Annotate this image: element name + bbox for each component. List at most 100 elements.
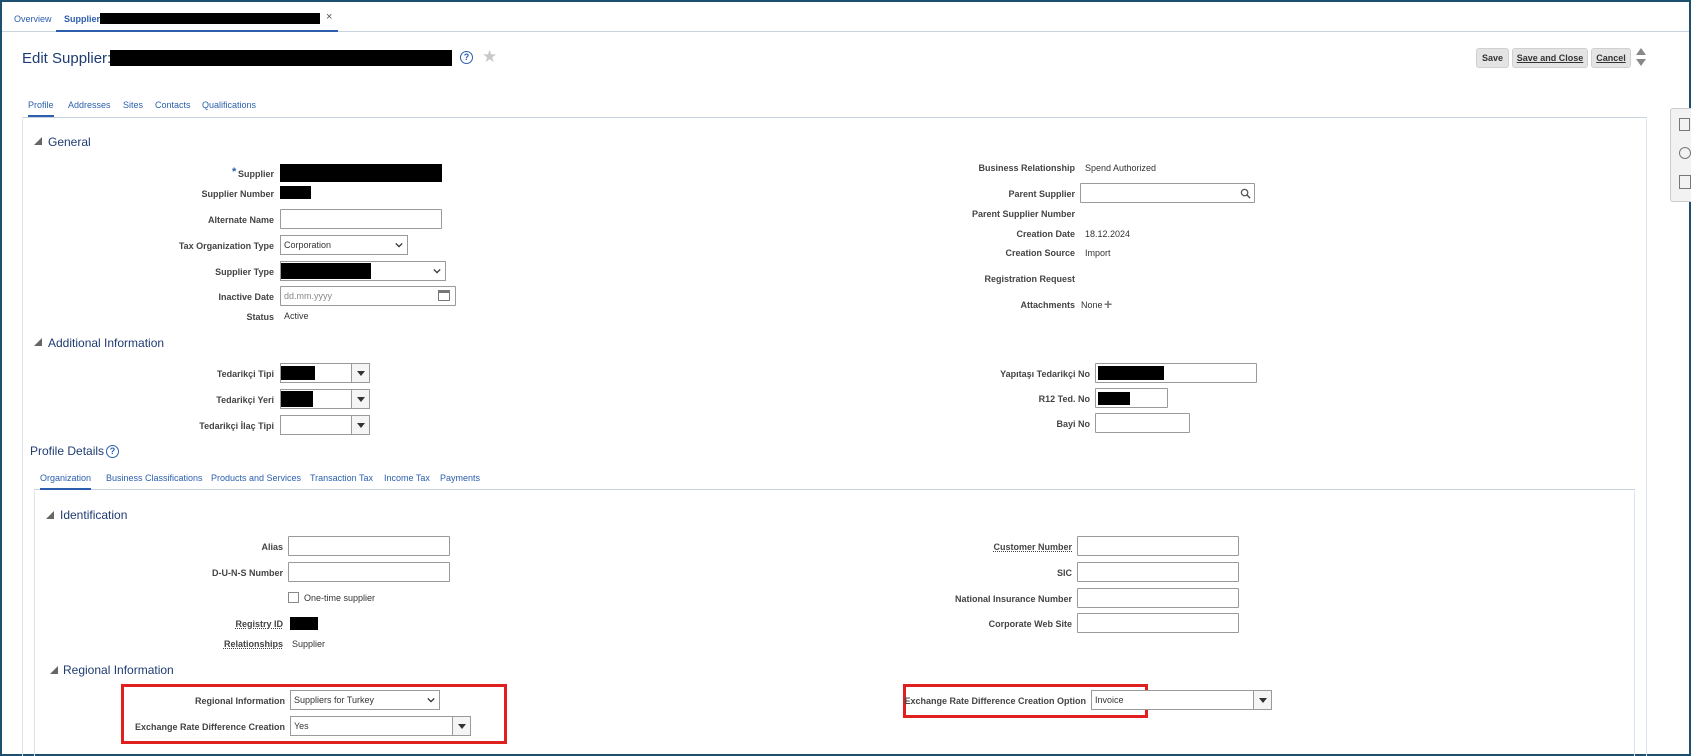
supplier-required-mark: * xyxy=(232,166,237,178)
status-value: Active xyxy=(284,311,309,321)
tab-supplier[interactable]: Supplier: × xyxy=(56,4,338,32)
tedarikci-tipi-label: Tedarikçi Tipi xyxy=(216,369,274,379)
tab-profile[interactable]: Profile xyxy=(28,100,54,117)
r12-redacted xyxy=(1098,392,1130,405)
yapitasi-input[interactable] xyxy=(1095,363,1257,383)
alternate-name-label: Alternate Name xyxy=(207,215,274,225)
national-insurance-input[interactable] xyxy=(1077,588,1239,608)
dropdown-arrow-icon[interactable] xyxy=(452,717,470,735)
alternate-name-input[interactable] xyxy=(280,209,442,229)
tab-business-classifications[interactable]: Business Classifications xyxy=(106,473,203,483)
customer-number-input[interactable] xyxy=(1077,536,1239,556)
dropdown-arrow-icon[interactable] xyxy=(351,364,369,382)
supplier-number-label: Supplier Number xyxy=(201,189,274,199)
customer-number-label: Customer Number xyxy=(993,542,1072,552)
calendar-icon[interactable] xyxy=(438,290,450,301)
top-tab-strip: Overview Supplier: × xyxy=(2,2,1689,32)
dropdown-arrow-icon[interactable] xyxy=(351,416,369,434)
tab-products-and-services[interactable]: Products and Services xyxy=(211,473,301,483)
inactive-date-input[interactable]: dd.mm.yyyy xyxy=(280,286,456,306)
tab-transaction-tax[interactable]: Transaction Tax xyxy=(310,473,373,483)
one-time-supplier-checkbox[interactable] xyxy=(288,592,299,603)
chevron-down-icon xyxy=(427,697,435,703)
document-icon[interactable] xyxy=(1679,118,1690,131)
regional-info-select[interactable]: Suppliers for Turkey xyxy=(290,690,440,710)
parent-supplier-label: Parent Supplier xyxy=(1008,189,1075,199)
dropdown-arrow-icon[interactable] xyxy=(1253,691,1271,709)
r12-label: R12 Ted. No xyxy=(1038,394,1090,404)
tab-sites[interactable]: Sites xyxy=(123,100,143,110)
business-relationship-value: Spend Authorized xyxy=(1085,163,1157,173)
duns-input[interactable] xyxy=(288,562,450,582)
one-time-supplier-label: One-time supplier xyxy=(304,593,376,603)
supplier-number-redacted xyxy=(280,186,311,199)
tedarikci-tipi-combo[interactable] xyxy=(280,363,370,383)
save-and-close-button[interactable]: Save and Close xyxy=(1512,48,1588,68)
supplier-type-select[interactable] xyxy=(280,261,446,281)
duns-label: D-U-N-S Number xyxy=(212,568,283,578)
alias-input[interactable] xyxy=(288,536,450,556)
help-icon[interactable]: ? xyxy=(460,51,473,64)
alias-label: Alias xyxy=(261,542,283,552)
chevron-down-icon xyxy=(395,242,403,248)
tedarikci-ilac-tipi-combo[interactable] xyxy=(280,415,370,435)
attachments-label: Attachments xyxy=(1020,300,1075,310)
search-icon[interactable] xyxy=(1240,188,1251,199)
registry-id-label: Registry ID xyxy=(235,619,283,629)
cancel-button[interactable]: Cancel xyxy=(1591,48,1631,68)
supplier-input-redacted[interactable] xyxy=(280,164,442,182)
regional-info-label: Regional Information xyxy=(195,696,285,706)
regional-title: Regional Information xyxy=(63,663,174,677)
creation-date-label: Creation Date xyxy=(1016,229,1075,239)
scroll-up-down-icon[interactable] xyxy=(1635,46,1647,70)
exch-rate-option-combo[interactable]: Invoice xyxy=(1091,690,1272,710)
additional-title: Additional Information xyxy=(48,336,165,350)
business-relationship-label: Business Relationship xyxy=(978,163,1075,173)
tedarikci-yeri-combo[interactable] xyxy=(280,389,370,409)
creation-source-value: Import xyxy=(1085,248,1111,258)
list-icon[interactable] xyxy=(1679,175,1691,189)
creation-date-value: 18.12.2024 xyxy=(1085,229,1131,239)
dropdown-arrow-icon[interactable] xyxy=(351,390,369,408)
tab-overview[interactable]: Overview xyxy=(14,14,52,24)
collapse-additional-icon[interactable] xyxy=(34,338,42,346)
parent-supplier-input[interactable] xyxy=(1080,183,1255,203)
tab-income-tax[interactable]: Income Tax xyxy=(384,473,430,483)
tab-addresses[interactable]: Addresses xyxy=(68,100,111,110)
tab-payments[interactable]: Payments xyxy=(440,473,480,483)
attachments-value: None xyxy=(1081,300,1103,310)
exch-rate-diff-label: Exchange Rate Difference Creation xyxy=(134,722,285,732)
add-attachment-icon[interactable]: + xyxy=(1104,296,1112,312)
tab-qualifications[interactable]: Qualifications xyxy=(202,100,256,110)
page-title: Edit Supplier: xyxy=(22,50,112,67)
search-icon[interactable] xyxy=(1679,147,1691,159)
collapse-general-icon[interactable] xyxy=(34,137,42,145)
registration-request-label: Registration Request xyxy=(984,274,1075,284)
tax-org-type-label: Tax Organization Type xyxy=(178,241,274,251)
corporate-web-input[interactable] xyxy=(1077,613,1239,633)
collapse-regional-icon[interactable] xyxy=(50,666,58,674)
exch-rate-diff-combo[interactable]: Yes xyxy=(290,716,471,736)
main-tab-bar: Profile Addresses Sites Contacts Qualifi… xyxy=(22,96,1647,118)
tab-organization[interactable]: Organization xyxy=(40,473,92,490)
tax-org-type-value: Corporation xyxy=(284,240,332,250)
favorite-star-icon[interactable]: ★ xyxy=(482,47,497,67)
r12-input[interactable] xyxy=(1095,388,1168,408)
save-and-close-label: Save and Close xyxy=(1516,53,1584,63)
tax-org-type-select[interactable]: Corporation xyxy=(280,235,408,255)
tab-contacts[interactable]: Contacts xyxy=(155,100,191,110)
relationships-label: Relationships xyxy=(223,639,283,649)
redacted-page-title xyxy=(110,50,452,66)
collapse-identification-icon[interactable] xyxy=(46,511,54,519)
tedarikci-ilac-tipi-label: Tedarikçi İlaç Tipi xyxy=(199,421,274,431)
general-title: General xyxy=(48,135,91,149)
help-icon[interactable]: ? xyxy=(106,445,119,458)
creation-source-label: Creation Source xyxy=(1005,248,1075,258)
bayi-input[interactable] xyxy=(1095,413,1190,433)
save-button[interactable]: Save xyxy=(1476,48,1509,68)
close-tab-icon[interactable]: × xyxy=(326,11,332,23)
yapitasi-redacted xyxy=(1098,366,1164,380)
sic-input[interactable] xyxy=(1077,562,1239,582)
yapitasi-label: Yapıtaşı Tedarikçi No xyxy=(1000,369,1090,379)
national-insurance-label: National Insurance Number xyxy=(954,594,1072,604)
